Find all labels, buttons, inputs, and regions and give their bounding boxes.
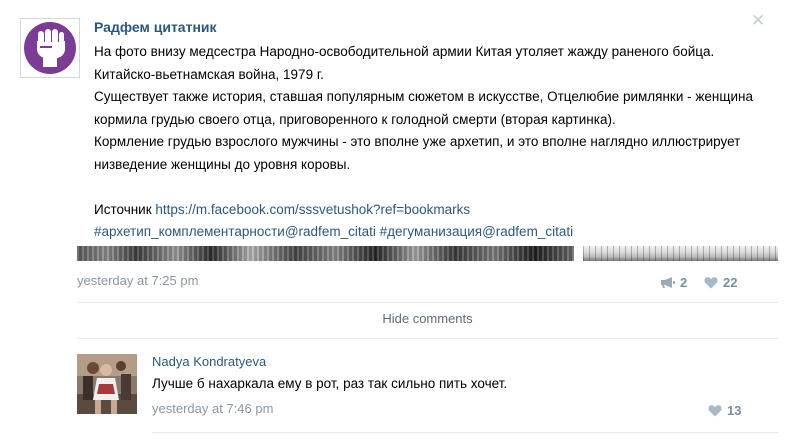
comment-avatar[interactable] bbox=[77, 354, 137, 414]
hashtag-link[interactable]: #архетип_комплементарности@radfem_citati bbox=[94, 224, 376, 239]
hide-comments-button[interactable]: Hide comments bbox=[77, 311, 778, 326]
attached-photo-2[interactable] bbox=[583, 246, 778, 261]
attached-photo-1[interactable] bbox=[77, 246, 574, 261]
heart-icon bbox=[708, 404, 722, 416]
post-text: На фото внизу медсестра Народно-освободи… bbox=[94, 41, 774, 244]
source-label: Источник bbox=[94, 201, 152, 217]
group-name-link[interactable]: Радфем цитатник bbox=[94, 19, 217, 35]
megaphone-icon bbox=[661, 276, 675, 288]
post-text-line: кормила грудью своего отца, приговоренно… bbox=[94, 111, 616, 127]
divider bbox=[152, 432, 778, 433]
comment-like-count: 13 bbox=[727, 402, 742, 418]
comment-text: Лучше б нахаркала ему в рот, раз так сил… bbox=[152, 376, 508, 391]
hashtag-link[interactable]: #дегуманизация@radfem_citati bbox=[380, 224, 573, 239]
post-text-line: низведение женщины до уровня коровы. bbox=[94, 156, 351, 172]
divider bbox=[77, 302, 778, 303]
hashtags-line: #архетип_комплементарности@radfem_citati… bbox=[94, 221, 774, 244]
post-date[interactable]: yesterday at 7:25 pm bbox=[77, 273, 198, 288]
source-line: Источник https://m.facebook.com/sssvetus… bbox=[94, 199, 774, 222]
like-button[interactable]: 22 bbox=[704, 274, 737, 290]
share-count: 2 bbox=[680, 274, 688, 290]
share-button[interactable]: 2 bbox=[660, 274, 687, 290]
post-text-line: На фото внизу медсестра Народно-освободи… bbox=[94, 44, 715, 59]
comment-date[interactable]: yesterday at 7:46 pm bbox=[152, 401, 273, 416]
comment-like-button[interactable]: 13 bbox=[708, 402, 741, 418]
post-text-line: Существует также история, ставшая популя… bbox=[94, 89, 753, 104]
close-icon[interactable]: ✕ bbox=[750, 12, 766, 29]
heart-icon bbox=[704, 276, 718, 288]
raised-fist-icon bbox=[24, 22, 76, 74]
source-link[interactable]: https://m.facebook.com/sssvetushok?ref=b… bbox=[155, 202, 470, 217]
group-avatar[interactable] bbox=[20, 18, 80, 78]
wall-post: ✕ Радфем цитатник На фото внизу медсестр… bbox=[0, 0, 788, 441]
post-text-line: Кормление грудью взрослого мужчины - это… bbox=[94, 134, 741, 149]
like-count: 22 bbox=[723, 274, 738, 290]
comment-author-link[interactable]: Nadya Kondratyeva bbox=[152, 354, 266, 369]
user-photo bbox=[77, 354, 137, 414]
divider bbox=[77, 338, 778, 339]
post-text-line: Китайско-вьетнамская война, 1979 г. bbox=[94, 66, 324, 82]
